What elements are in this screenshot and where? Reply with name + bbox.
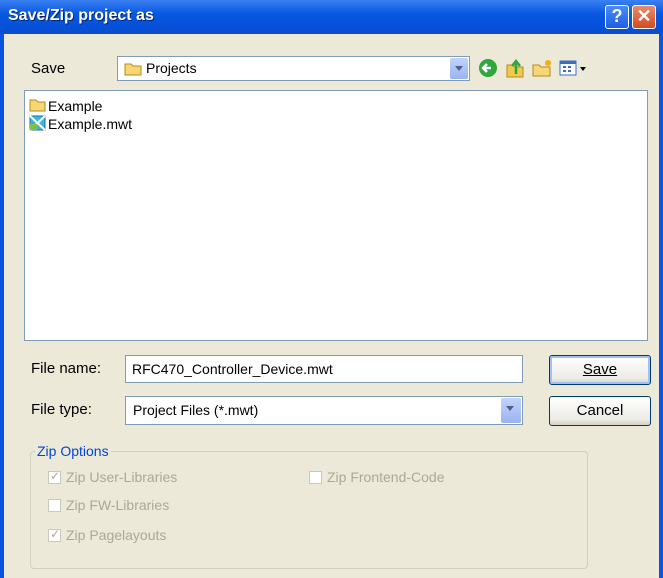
file-name-input[interactable]: RFC470_Controller_Device.mwt	[125, 355, 523, 383]
zip-pagelayouts-label: Zip Pagelayouts	[66, 527, 167, 543]
chevron-down-icon[interactable]	[450, 58, 468, 79]
up-folder-icon[interactable]	[504, 57, 526, 79]
zip-user-libraries-label: Zip User-Libraries	[66, 469, 178, 485]
new-folder-icon[interactable]	[531, 57, 553, 79]
file-name-text: Example.mwt	[48, 116, 133, 132]
checkbox-unchecked-icon	[48, 499, 61, 512]
list-item[interactable]: Example	[29, 97, 102, 115]
save-button[interactable]: Save	[549, 355, 651, 385]
checkbox-checked-icon	[48, 469, 61, 484]
folder-icon	[124, 61, 142, 80]
save-button-label: Save	[582, 361, 618, 378]
file-name-text: Example	[48, 98, 103, 114]
mwt-file-icon	[29, 115, 46, 135]
zip-fw-libraries-label: Zip FW-Libraries	[66, 497, 170, 513]
file-type-select[interactable]: Project Files (*.mwt)	[125, 396, 523, 425]
file-name-label: File name:	[31, 360, 102, 377]
folder-icon	[29, 98, 46, 116]
file-type-label: File type:	[31, 401, 92, 418]
checkbox-unchecked-icon	[309, 471, 322, 484]
close-button[interactable]: ✕	[632, 5, 656, 29]
list-item[interactable]: Example.mwt	[29, 115, 132, 133]
views-menu-icon[interactable]	[558, 57, 588, 79]
file-list[interactable]: Example Example.mwt	[24, 90, 648, 341]
chevron-down-icon[interactable]	[501, 398, 521, 423]
zip-frontend-code-label: Zip Frontend-Code	[327, 469, 445, 485]
help-button[interactable]: ?	[605, 5, 629, 29]
save-in-combo[interactable]: Projects	[117, 56, 470, 81]
checkbox-checked-icon	[48, 527, 61, 542]
zip-options-legend: Zip Options	[37, 443, 109, 459]
back-arrow-icon[interactable]	[477, 57, 499, 79]
file-type-value: Project Files (*.mwt)	[133, 402, 259, 418]
cancel-button[interactable]: Cancel	[549, 396, 651, 426]
window-title: Save/Zip project as	[8, 7, 154, 24]
save-in-folder-name: Projects	[146, 60, 197, 76]
save-in-label: Save	[31, 60, 66, 77]
title-bar[interactable]: Save/Zip project as ? ✕	[0, 0, 663, 34]
